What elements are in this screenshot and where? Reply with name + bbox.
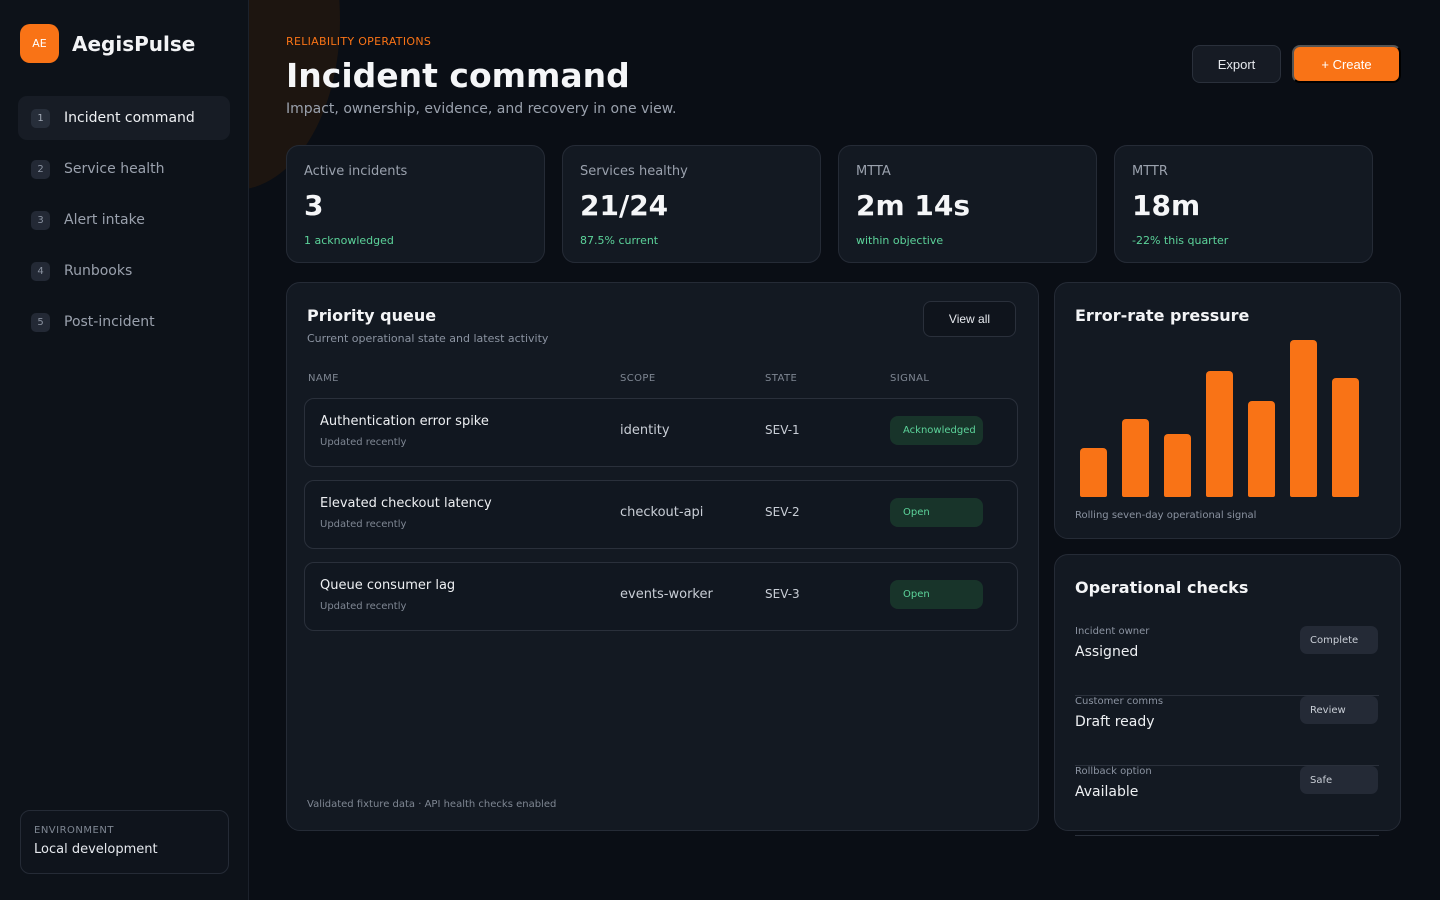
environment-card: ENVIRONMENT Local development: [20, 810, 229, 874]
panel-footnote: Validated fixture data · API health chec…: [307, 799, 557, 810]
incident-meta: Updated recently: [320, 601, 407, 612]
check-item-incident-owner: Incident owner Assigned Complete: [1075, 626, 1379, 696]
chart-bar: [1080, 448, 1107, 497]
table-row[interactable]: Authentication error spike Updated recen…: [304, 398, 1018, 467]
incident-state: SEV-1: [765, 423, 800, 437]
column-header-name[interactable]: NAME: [308, 373, 339, 384]
kpi-label: Services healthy: [580, 164, 688, 179]
kpi-label: MTTA: [856, 164, 891, 179]
check-status-badge[interactable]: Complete: [1300, 626, 1378, 654]
check-value: Draft ready: [1075, 714, 1155, 730]
sidebar: AE AegisPulse 1 Incident command 2 Servi…: [0, 0, 249, 900]
check-value: Available: [1075, 784, 1139, 800]
incident-scope: checkout-api: [620, 505, 704, 520]
priority-queue-panel: Priority queue Current operational state…: [286, 282, 1039, 831]
environment-label: ENVIRONMENT: [34, 825, 114, 836]
check-status-badge[interactable]: Safe: [1300, 766, 1378, 794]
brand: AE AegisPulse: [20, 24, 195, 63]
brand-logo: AE: [20, 24, 59, 63]
column-header-state[interactable]: STATE: [765, 373, 797, 384]
check-item-customer-comms: Customer comms Draft ready Review: [1075, 696, 1379, 766]
chart-bar: [1290, 340, 1317, 497]
nav-number-badge: 3: [31, 210, 50, 230]
table-row[interactable]: Elevated checkout latency Updated recent…: [304, 480, 1018, 549]
kpi-note: 1 acknowledged: [304, 234, 394, 247]
kpi-note: within objective: [856, 234, 944, 247]
incident-state: SEV-2: [765, 505, 800, 519]
sidebar-nav: 1 Incident command 2 Service health 3 Al…: [18, 96, 230, 351]
kpi-value: 2m 14s: [856, 189, 971, 222]
view-all-button[interactable]: View all: [923, 301, 1016, 337]
page-subtitle: Impact, ownership, evidence, and recover…: [286, 101, 677, 117]
panel-title: Priority queue: [307, 306, 437, 325]
status-badge: Acknowledged: [890, 416, 983, 445]
sidebar-item-runbooks[interactable]: 4 Runbooks: [18, 249, 230, 293]
kpi-label: Active incidents: [304, 164, 408, 179]
chart-caption: Rolling seven-day operational signal: [1075, 510, 1257, 521]
kpi-card-active-incidents: Active incidents 3 1 acknowledged: [286, 145, 545, 263]
page-title: Incident command: [286, 56, 630, 95]
table-row[interactable]: Queue consumer lag Updated recently even…: [304, 562, 1018, 631]
check-label: Rollback option: [1075, 766, 1152, 777]
chart-bar: [1164, 434, 1191, 497]
nav-number-badge: 5: [31, 312, 50, 332]
sidebar-item-incident-command[interactable]: 1 Incident command: [18, 96, 230, 140]
kpi-label: MTTR: [1132, 164, 1168, 179]
check-item-rollback-option: Rollback option Available Safe: [1075, 766, 1379, 836]
kpi-card-mtta: MTTA 2m 14s within objective: [838, 145, 1097, 263]
panel-subtitle: Current operational state and latest act…: [307, 332, 549, 345]
check-label: Incident owner: [1075, 626, 1150, 637]
brand-name: AegisPulse: [72, 31, 196, 56]
kpi-card-mttr: MTTR 18m -22% this quarter: [1114, 145, 1373, 263]
incident-name: Authentication error spike: [320, 414, 489, 429]
kpi-value: 21/24: [580, 189, 669, 222]
error-rate-panel: Error-rate pressure Rolling seven-day op…: [1054, 282, 1401, 539]
sidebar-item-label: Post-incident: [64, 314, 155, 330]
status-badge: Open: [890, 580, 983, 609]
chart-bar: [1206, 371, 1233, 497]
column-header-scope[interactable]: SCOPE: [620, 373, 656, 384]
check-label: Customer comms: [1075, 696, 1164, 707]
kpi-note: 87.5% current: [580, 234, 659, 247]
kpi-value: 3: [304, 189, 324, 222]
environment-value: Local development: [34, 842, 158, 857]
incident-meta: Updated recently: [320, 519, 407, 530]
incident-name: Queue consumer lag: [320, 578, 456, 593]
chart-bar: [1248, 401, 1275, 497]
incident-meta: Updated recently: [320, 437, 407, 448]
incident-state: SEV-3: [765, 587, 800, 601]
sidebar-item-label: Runbooks: [64, 263, 133, 279]
sidebar-item-post-incident[interactable]: 5 Post-incident: [18, 300, 230, 344]
column-header-signal[interactable]: SIGNAL: [890, 373, 929, 384]
nav-number-badge: 2: [31, 159, 50, 179]
status-badge: Open: [890, 498, 983, 527]
kpi-note: -22% this quarter: [1132, 234, 1229, 247]
sidebar-item-label: Incident command: [64, 110, 195, 126]
operational-checks-panel: Operational checks Incident owner Assign…: [1054, 554, 1401, 836]
nav-number-badge: 4: [31, 261, 50, 281]
sidebar-item-alert-intake[interactable]: 3 Alert intake: [18, 198, 230, 242]
incident-scope: events-worker: [620, 587, 713, 602]
chart-bar: [1122, 418, 1149, 497]
sidebar-item-service-health[interactable]: 2 Service health: [18, 147, 230, 191]
kpi-card-services-healthy: Services healthy 21/24 87.5% current: [562, 145, 821, 263]
error-rate-chart: [1055, 283, 1402, 540]
check-value: Assigned: [1075, 644, 1139, 660]
create-button[interactable]: + Create: [1292, 45, 1401, 83]
sidebar-item-label: Alert intake: [64, 212, 145, 228]
incident-name: Elevated checkout latency: [320, 496, 492, 511]
export-button[interactable]: Export: [1192, 45, 1281, 83]
panel-title: Operational checks: [1075, 578, 1249, 597]
incident-scope: identity: [620, 423, 670, 438]
check-status-badge[interactable]: Review: [1300, 696, 1378, 724]
nav-number-badge: 1: [31, 108, 50, 128]
chart-bar: [1332, 377, 1359, 497]
sidebar-item-label: Service health: [64, 161, 165, 177]
page-eyebrow: RELIABILITY OPERATIONS: [286, 35, 432, 48]
kpi-value: 18m: [1132, 189, 1201, 222]
